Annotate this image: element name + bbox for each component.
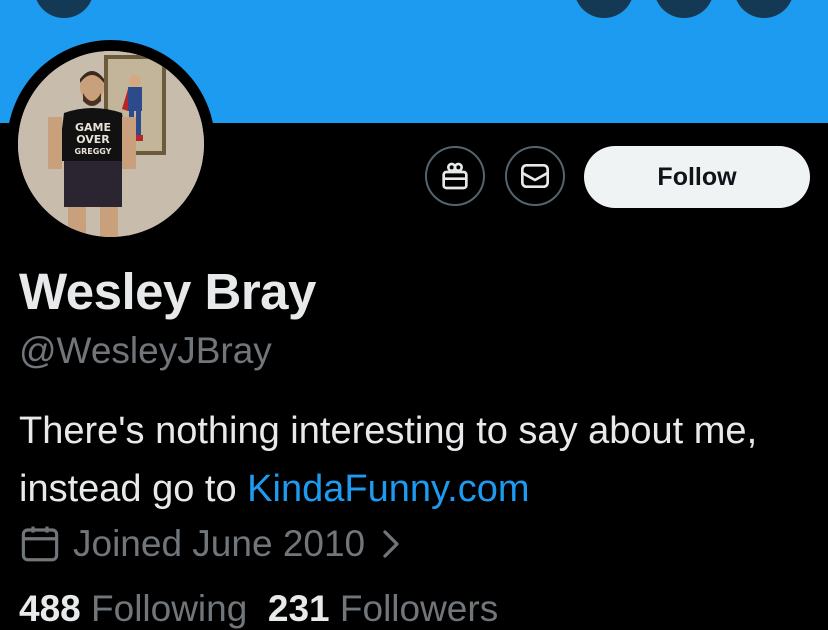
profile-name: Wesley Bray [19, 263, 316, 320]
profile-handle: @WesleyJBray [19, 330, 272, 371]
joined-date: Joined June 2010 [73, 523, 366, 564]
profile-bio: There's nothing interesting to say about… [19, 402, 809, 518]
gift-icon [442, 162, 468, 190]
shirt-line-2: OVER [76, 133, 110, 146]
following-link[interactable]: 488 Following [19, 588, 247, 629]
bio-link[interactable]: KindaFunny.com [247, 468, 529, 510]
gift-button[interactable] [425, 146, 485, 206]
avatar[interactable]: GAME OVER GREGGY [18, 51, 204, 237]
shirt-line-3: GREGGY [75, 147, 112, 156]
profile-stats: 488 Following 231 Followers [19, 588, 498, 630]
avatar-photo: GAME OVER GREGGY [18, 51, 204, 237]
following-label: Following [91, 588, 248, 629]
calendar-icon [19, 523, 61, 565]
followers-link[interactable]: 231 Followers [268, 588, 498, 629]
follow-button[interactable]: Follow [584, 146, 810, 208]
joined-date-row[interactable]: Joined June 2010 [19, 520, 401, 568]
followers-label: Followers [339, 588, 499, 629]
chevron-right-icon [381, 529, 401, 559]
followers-count: 231 [267, 588, 330, 629]
following-count: 488 [19, 588, 81, 629]
envelope-icon [521, 164, 549, 188]
message-button[interactable] [505, 146, 565, 206]
